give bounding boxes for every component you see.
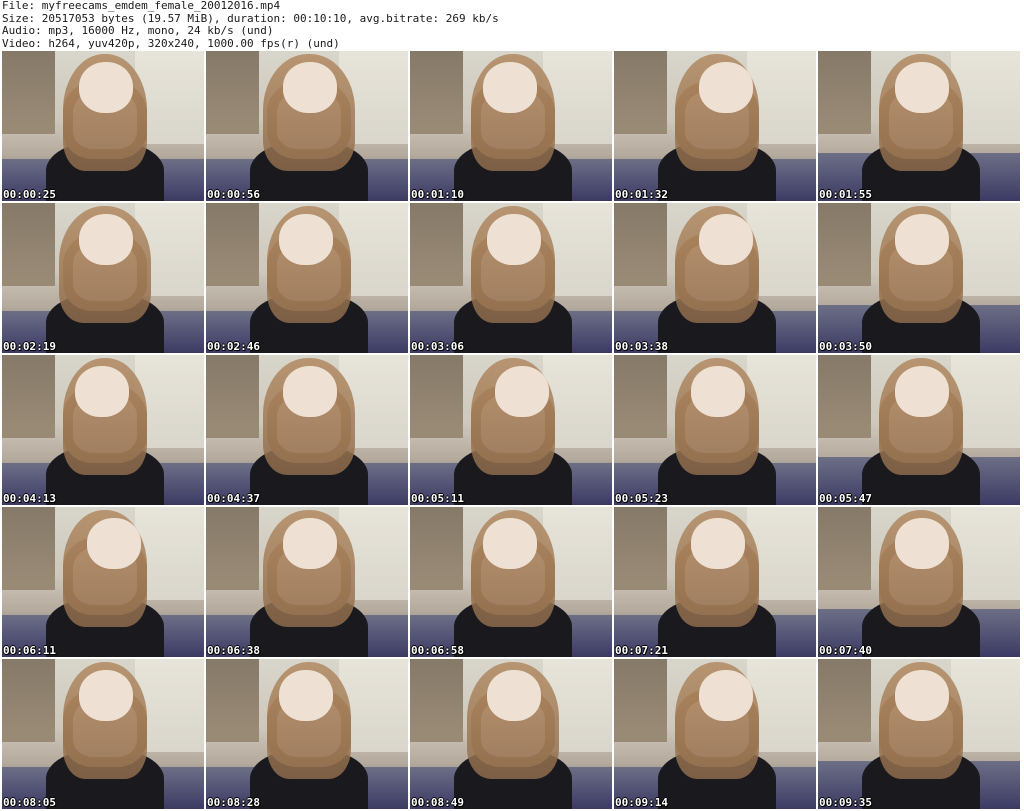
timestamp-label: 00:03:06 [411,340,464,353]
thumbnail-frame: 00:01:55 [818,51,1020,201]
timestamp-label: 00:02:19 [3,340,56,353]
timestamp-label: 00:04:13 [3,492,56,505]
timestamp-label: 00:02:46 [207,340,260,353]
thumbnail-frame: 00:09:14 [614,659,816,809]
timestamp-label: 00:03:50 [819,340,872,353]
timestamp-label: 00:08:05 [3,796,56,809]
thumbnail-frame: 00:05:47 [818,355,1020,505]
thumbnail-frame: 00:06:58 [410,507,612,657]
timestamp-label: 00:07:21 [615,644,668,657]
thumbnail-frame: 00:08:05 [2,659,204,809]
thumbnail-frame: 00:02:19 [2,203,204,353]
timestamp-label: 00:08:49 [411,796,464,809]
timestamp-label: 00:04:37 [207,492,260,505]
timestamp-label: 00:09:35 [819,796,872,809]
thumbnail-frame: 00:07:21 [614,507,816,657]
thumbnail-frame: 00:03:50 [818,203,1020,353]
thumbnail-frame: 00:02:46 [206,203,408,353]
timestamp-label: 00:09:14 [615,796,668,809]
thumbnail-frame: 00:05:23 [614,355,816,505]
thumbnail-frame: 00:06:11 [2,507,204,657]
thumbnail-frame: 00:03:06 [410,203,612,353]
timestamp-label: 00:01:55 [819,188,872,201]
thumbnail-grid: 00:00:25 00:00:56 00:01:10 00:01:32 00:0… [2,51,1024,811]
thumbnail-frame: 00:01:32 [614,51,816,201]
file-info-header: File: myfreecams_emdem_female_20012016.m… [2,0,1022,50]
audio-line: Audio: mp3, 16000 Hz, mono, 24 kb/s (und… [2,24,274,37]
thumbnail-frame: 00:03:38 [614,203,816,353]
thumbnail-frame: 00:04:13 [2,355,204,505]
thumbnail-frame: 00:09:35 [818,659,1020,809]
timestamp-label: 00:06:11 [3,644,56,657]
thumbnail-frame: 00:04:37 [206,355,408,505]
timestamp-label: 00:01:10 [411,188,464,201]
thumbnail-frame: 00:00:25 [2,51,204,201]
thumbnail-frame: 00:00:56 [206,51,408,201]
video-line: Video: h264, yuv420p, 320x240, 1000.00 f… [2,36,340,50]
timestamp-label: 00:07:40 [819,644,872,657]
thumbnail-frame: 00:08:28 [206,659,408,809]
timestamp-label: 00:00:56 [207,188,260,201]
timestamp-label: 00:05:47 [819,492,872,505]
timestamp-label: 00:06:38 [207,644,260,657]
thumbnail-frame: 00:08:49 [410,659,612,809]
thumbnail-frame: 00:01:10 [410,51,612,201]
thumbnail-frame: 00:06:38 [206,507,408,657]
thumbnail-frame: 00:05:11 [410,355,612,505]
timestamp-label: 00:01:32 [615,188,668,201]
timestamp-label: 00:05:11 [411,492,464,505]
timestamp-label: 00:00:25 [3,188,56,201]
file-name-line: File: myfreecams_emdem_female_20012016.m… [2,0,281,12]
timestamp-label: 00:08:28 [207,796,260,809]
thumbnail-frame: 00:07:40 [818,507,1020,657]
timestamp-label: 00:05:23 [615,492,668,505]
timestamp-label: 00:03:38 [615,340,668,353]
timestamp-label: 00:06:58 [411,644,464,657]
